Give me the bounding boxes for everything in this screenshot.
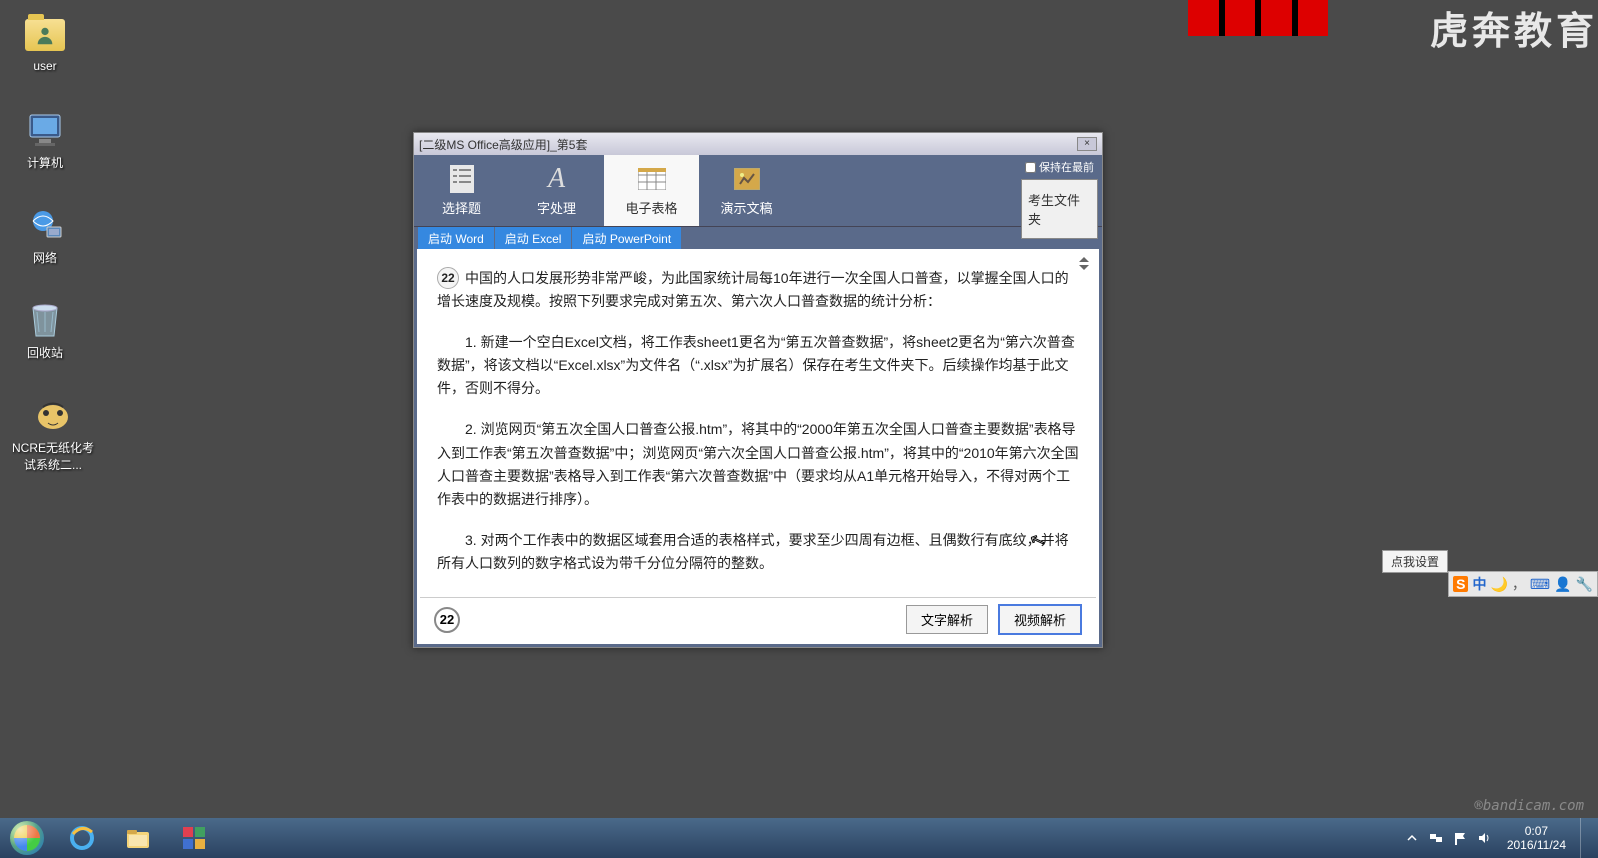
taskbar-clock[interactable]: 0:07 2016/11/24 (1499, 824, 1574, 853)
system-tray: 0:07 2016/11/24 (1397, 818, 1598, 858)
question-intro: 中国的人口发展形势非常严峻，为此国家统计局每10年进行一次全国人口普查，以掌握全… (437, 270, 1069, 309)
network-icon (25, 205, 65, 245)
ime-sogou-icon[interactable]: S (1453, 576, 1468, 592)
question-step-3: 3. 对两个工作表中的数据区域套用合适的表格样式，要求至少四周有边框、且偶数行有… (437, 529, 1079, 575)
launch-ppt-button[interactable]: 启动 PowerPoint (572, 227, 681, 249)
desktop-icon-network[interactable]: 网络 (10, 205, 80, 266)
app-grid-icon (180, 824, 208, 852)
computer-icon (25, 110, 65, 150)
brand-text: 虎奔教育 (1430, 0, 1598, 55)
desktop-icon-user[interactable]: user (10, 15, 80, 73)
tab-ppt[interactable]: 演示文稿 (699, 155, 794, 226)
scroll-indicator[interactable] (1079, 257, 1091, 269)
question-content[interactable]: 22中国的人口发展形势非常严峻，为此国家统计局每10年进行一次全国人口普查，以掌… (417, 249, 1099, 596)
launch-excel-button[interactable]: 启动 Excel (495, 227, 572, 249)
ime-lang[interactable]: 中 (1472, 574, 1486, 594)
taskbar-ie[interactable] (54, 819, 110, 857)
content-frame: 22中国的人口发展形势非常严峻，为此国家统计局每10年进行一次全国人口普查，以掌… (414, 249, 1102, 647)
titlebar[interactable]: [二级MS Office高级应用]_第5套 × (414, 133, 1102, 155)
ime-comma-icon[interactable]: ， (1512, 574, 1526, 594)
ime-toolbar[interactable]: S 中 🌙 ， ⌨ 👤 🔧 (1448, 571, 1598, 597)
windows-icon (10, 821, 44, 855)
question-number-badge: 22 (437, 267, 459, 289)
show-desktop-button[interactable] (1580, 818, 1592, 858)
content-footer: 22 文字解析 视频解析 (420, 597, 1096, 641)
exam-window: [二级MS Office高级应用]_第5套 × 选择题 A 字处理 电子表格 演… (413, 132, 1103, 648)
main-toolbar: 选择题 A 字处理 电子表格 演示文稿 保持在最前 考生文件夹 (414, 155, 1102, 227)
tray-flag-icon[interactable] (1451, 829, 1469, 847)
video-analysis-button[interactable]: 视频解析 (998, 604, 1082, 635)
tiger-icon (33, 395, 73, 435)
ime-keyboard-icon[interactable]: ⌨ (1530, 576, 1550, 593)
tray-up-icon[interactable] (1403, 829, 1421, 847)
ie-icon (68, 824, 96, 852)
brand-logo (1188, 0, 1328, 36)
tab-word[interactable]: A 字处理 (509, 155, 604, 226)
taskbar-explorer[interactable] (110, 819, 166, 857)
tab-excel[interactable]: 电子表格 (604, 155, 699, 226)
question-step-2: 2. 浏览网页“第五次全国人口普查公报.htm”，将其中的“2000年第五次全国… (437, 418, 1079, 510)
recorder-watermark: ®bandicam.com (1474, 798, 1584, 814)
ime-tip[interactable]: 点我设置 (1382, 550, 1448, 573)
taskbar: 0:07 2016/11/24 (0, 818, 1598, 858)
desktop-icon-computer[interactable]: 计算机 (10, 110, 80, 171)
window-title: [二级MS Office高级应用]_第5套 (419, 136, 1077, 153)
keep-top-checkbox[interactable]: 保持在最前 (1025, 159, 1094, 175)
start-button[interactable] (0, 818, 54, 858)
tray-network-icon[interactable] (1427, 829, 1445, 847)
question-step-1: 1. 新建一个空白Excel文档，将工作表sheet1更名为“第五次普查数据”，… (437, 331, 1079, 400)
close-button[interactable]: × (1077, 137, 1097, 151)
tray-volume-icon[interactable] (1475, 829, 1493, 847)
desktop-icon-ncre[interactable]: NCRE无纸化考试系统二... (10, 395, 96, 473)
launch-bar: 启动 Word 启动 Excel 启动 PowerPoint (414, 227, 1102, 249)
desktop-icon-recycle[interactable]: 回收站 (10, 300, 80, 361)
ime-user-icon[interactable]: 👤 (1554, 576, 1571, 593)
launch-word-button[interactable]: 启动 Word (418, 227, 494, 249)
folder-icon (25, 15, 65, 55)
explorer-icon (124, 824, 152, 852)
tab-choice[interactable]: 选择题 (414, 155, 509, 226)
ime-moon-icon[interactable]: 🌙 (1490, 576, 1507, 593)
excel-icon (638, 165, 666, 193)
exam-files-button[interactable]: 考生文件夹 (1021, 179, 1098, 239)
text-analysis-button[interactable]: 文字解析 (906, 605, 988, 634)
recycle-icon (25, 300, 65, 340)
word-icon: A (543, 165, 571, 193)
choice-icon (448, 165, 476, 193)
ime-settings-icon[interactable]: 🔧 (1576, 576, 1593, 593)
ppt-icon (733, 165, 761, 193)
footer-question-number: 22 (434, 607, 460, 633)
taskbar-app[interactable] (166, 819, 222, 857)
